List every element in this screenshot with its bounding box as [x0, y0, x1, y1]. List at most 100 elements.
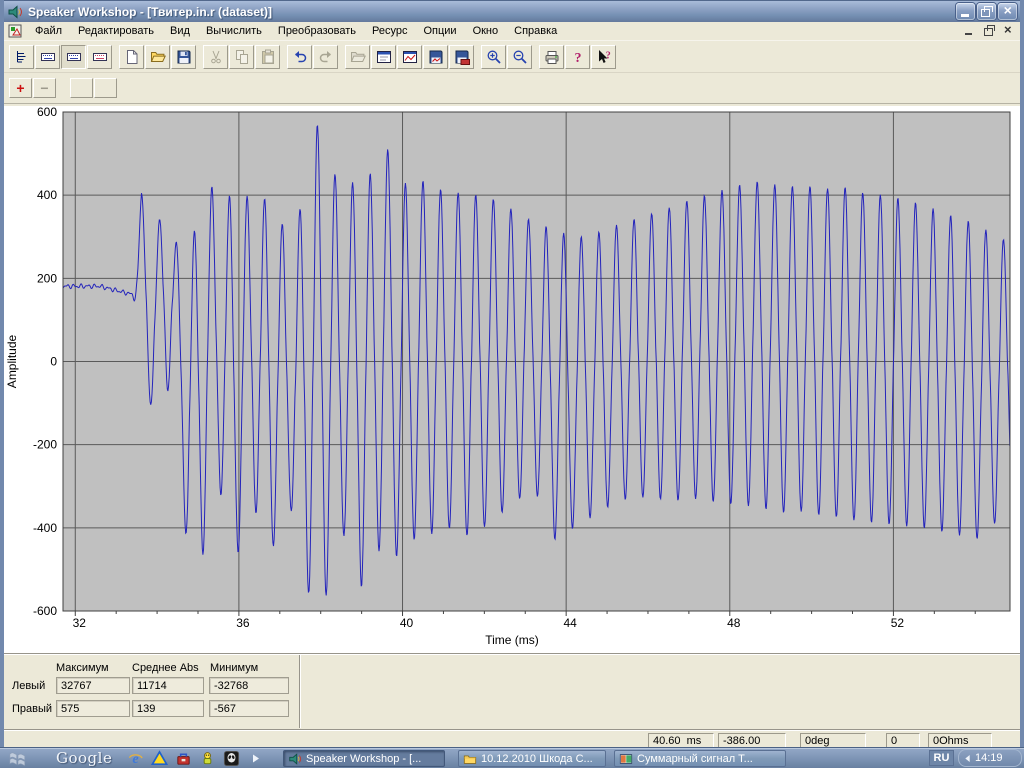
status-cell-1: -386.00	[718, 733, 786, 748]
outline-button[interactable]	[9, 45, 34, 69]
add-button[interactable]: +	[9, 78, 32, 98]
stats-value-1-2: -567	[209, 700, 289, 717]
status-cell-3: 0	[886, 733, 920, 748]
y-tick-label: 400	[37, 188, 57, 202]
language-indicator[interactable]: RU	[929, 750, 954, 766]
speaker-workshop-window: Speaker Workshop - [Твитер.in.r (dataset…	[0, 0, 1024, 747]
notes-view-button[interactable]	[35, 45, 60, 69]
open-button[interactable]	[145, 45, 170, 69]
print-icon	[544, 49, 560, 65]
quicklaunch-expand-chevron[interactable]	[252, 753, 260, 764]
start-button[interactable]	[5, 749, 33, 768]
speaker-icon	[288, 752, 302, 766]
zoom-in-icon	[486, 49, 502, 65]
zoom-out-button[interactable]	[507, 45, 532, 69]
folder-icon	[463, 752, 477, 766]
status-cell-0: 40.60 ms	[648, 733, 714, 748]
cut-icon	[208, 49, 224, 65]
print-button[interactable]	[539, 45, 564, 69]
main-toolbar: ??	[4, 41, 1020, 72]
menu-item-5[interactable]: Ресурс	[364, 25, 415, 37]
y-tick-label: 200	[37, 271, 57, 285]
menu-item-6[interactable]: Опции	[415, 25, 464, 37]
chart-line-icon	[402, 49, 418, 65]
import-folder-icon	[350, 49, 366, 65]
chart-window-icon	[376, 49, 392, 65]
menu-item-8[interactable]: Справка	[506, 25, 565, 37]
task-button-1[interactable]: Speaker Workshop - [...	[283, 750, 445, 767]
close-button[interactable]	[998, 3, 1017, 20]
y-axis-title: Amplitude	[5, 335, 19, 389]
help-button[interactable]: ?	[565, 45, 590, 69]
x-tick-label: 52	[891, 616, 905, 630]
menu-item-7[interactable]: Окно	[465, 25, 507, 37]
x-axis-title: Time (ms)	[485, 633, 539, 647]
mdi-minimize-button[interactable]	[963, 24, 976, 37]
remove-button[interactable]: −	[33, 78, 56, 98]
google-toolbar[interactable]: Google	[56, 749, 112, 767]
ruler-red-icon	[92, 49, 108, 65]
svg-text:?: ?	[605, 50, 610, 61]
stats-value-0-2: -32768	[209, 677, 289, 694]
new-document-icon	[124, 49, 140, 65]
data-view-button[interactable]	[87, 45, 112, 69]
chart-line-button[interactable]	[397, 45, 422, 69]
new-button[interactable]	[119, 45, 144, 69]
blank-button-1[interactable]	[70, 78, 93, 98]
red-tool-icon[interactable]	[175, 750, 192, 767]
context-help-button[interactable]: ?	[591, 45, 616, 69]
copy-button	[229, 45, 254, 69]
task-label-2: 10.12.2010 Шкода С...	[481, 753, 593, 765]
chart-view-button[interactable]	[61, 45, 86, 69]
task-button-3[interactable]: Суммарный сигнал Т...	[614, 750, 786, 767]
menu-item-3[interactable]: Вычислить	[198, 25, 270, 37]
mdi-window-controls	[963, 24, 1014, 37]
stats-header-0: Максимум	[56, 662, 109, 674]
save-chart2-button[interactable]	[449, 45, 474, 69]
chart-window-button[interactable]	[371, 45, 396, 69]
toolbar-group-0	[9, 45, 112, 69]
outline-tree-icon	[14, 49, 30, 65]
menu-item-1[interactable]: Редактировать	[70, 25, 162, 37]
zoom-out-icon	[512, 49, 528, 65]
restore-button[interactable]	[977, 3, 996, 20]
mdi-restore-button[interactable]	[982, 24, 995, 37]
context-help-icon: ?	[596, 49, 612, 65]
ie-icon[interactable]: e	[127, 750, 144, 767]
toolbar-group-1	[119, 45, 196, 69]
stats-row-label-0: Левый	[12, 680, 45, 692]
save-button[interactable]	[171, 45, 196, 69]
desktop-screen: Speaker Workshop - [Твитер.in.r (dataset…	[0, 0, 1024, 768]
import-button	[345, 45, 370, 69]
undo-button[interactable]	[287, 45, 312, 69]
blank-button-2[interactable]	[94, 78, 117, 98]
copy-icon	[234, 49, 250, 65]
stats-table: МаксимумСреднее AbsМинимумЛевый327671171…	[4, 655, 300, 728]
toolbar-group-3	[287, 45, 338, 69]
svg-text:?: ?	[574, 51, 581, 65]
minimize-button[interactable]	[956, 3, 975, 20]
alien-app-icon[interactable]	[223, 750, 240, 767]
window-controls	[956, 3, 1017, 20]
zoom-in-button[interactable]	[481, 45, 506, 69]
clock: 14:19	[975, 752, 1003, 764]
menu-item-0[interactable]: Файл	[27, 25, 70, 37]
open-folder-icon	[150, 49, 166, 65]
waveform-chart[interactable]: 6004002000-200-400-600323640444852Time (…	[4, 107, 1020, 653]
window-title: Speaker Workshop - [Твитер.in.r (dataset…	[28, 5, 956, 19]
start-flag-icon	[5, 749, 33, 767]
triangle-app-icon[interactable]	[151, 750, 168, 767]
yellow-bot-icon[interactable]	[199, 750, 216, 767]
menu-item-2[interactable]: Вид	[162, 25, 198, 37]
mdi-close-button[interactable]	[1001, 24, 1014, 37]
mdi-minimize-button-glyph	[965, 33, 972, 35]
task-button-2[interactable]: 10.12.2010 Шкода С...	[458, 750, 606, 767]
tray-collapse-icon[interactable]	[964, 754, 971, 763]
save-chart-button[interactable]	[423, 45, 448, 69]
y-tick-label: -600	[33, 604, 57, 618]
menu-item-4[interactable]: Преобразовать	[270, 25, 364, 37]
toolbar-group-6: ??	[539, 45, 616, 69]
x-tick-label: 48	[727, 616, 741, 630]
redo-button	[313, 45, 338, 69]
titlebar[interactable]: Speaker Workshop - [Твитер.in.r (dataset…	[4, 0, 1020, 22]
